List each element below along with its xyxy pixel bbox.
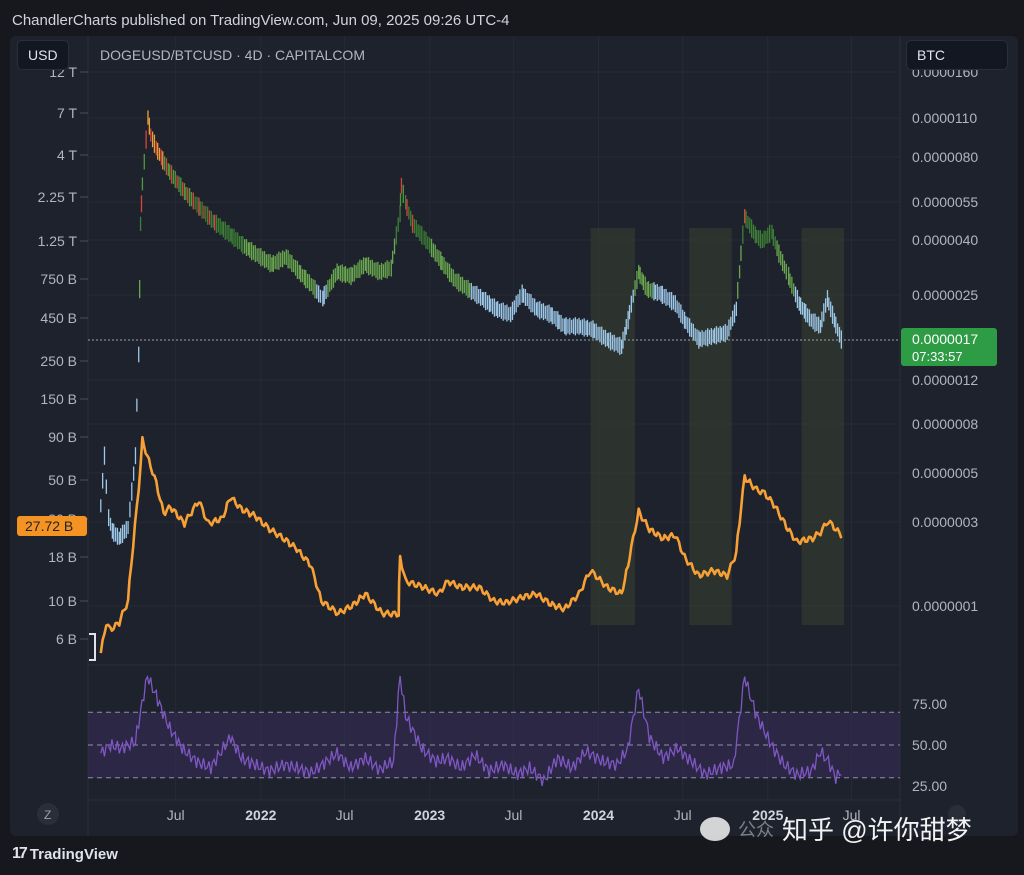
highlight-zone bbox=[801, 228, 845, 625]
left-axis-tick-label: 750 B bbox=[40, 271, 77, 287]
x-axis-tick-label: 2024 bbox=[583, 807, 614, 823]
right-axis-tick-label: 0.0000012 bbox=[912, 372, 978, 388]
current-price-value: 0.0000017 bbox=[912, 331, 978, 347]
left-axis-tick-label: 150 B bbox=[40, 391, 77, 407]
right-axis-tick-label: 0.0000110 bbox=[912, 110, 977, 126]
left-axis-tick-label: 450 B bbox=[40, 310, 77, 326]
countdown-value: 07:33:57 bbox=[912, 349, 963, 364]
tradingview-logo[interactable]: 17 TradingView bbox=[12, 845, 118, 863]
x-axis-tick-label: 2022 bbox=[245, 807, 276, 823]
left-axis-tick-label: 250 B bbox=[40, 353, 77, 369]
left-axis-tick-label: 10 B bbox=[48, 593, 77, 609]
highlight-zone bbox=[689, 228, 732, 625]
current-marketcap-value: 27.72 B bbox=[25, 518, 73, 534]
left-axis-tick-label: 4 T bbox=[57, 147, 77, 163]
left-axis-tick-label: 50 B bbox=[48, 472, 77, 488]
left-currency-badge[interactable]: USD bbox=[17, 40, 69, 70]
right-axis-tick-label: 0.0000001 bbox=[912, 598, 978, 614]
watermark-text: 知乎 @许你甜梦 bbox=[782, 815, 972, 845]
right-axis-tick-label: 0.0000080 bbox=[912, 149, 978, 165]
left-axis-tick-label: 6 B bbox=[56, 631, 77, 647]
rsi-axis-tick-label: 25.00 bbox=[912, 778, 947, 794]
rsi-axis-tick-label: 75.00 bbox=[912, 696, 947, 712]
left-axis-tick-label: 7 T bbox=[57, 105, 77, 121]
right-axis-tick-label: 0.0000005 bbox=[912, 465, 978, 481]
x-axis-tick-label: Jul bbox=[336, 807, 354, 823]
symbol-title[interactable]: DOGEUSD/BTCUSD · 4D · CAPITALCOM bbox=[100, 47, 365, 63]
left-axis-tick-label: 1.25 T bbox=[38, 233, 78, 249]
watermark-faint-text: 公众 bbox=[738, 819, 774, 840]
right-axis-tick-label: 0.0000003 bbox=[912, 514, 978, 530]
x-axis-tick-label: 2023 bbox=[414, 807, 445, 823]
tradingview-brand: TradingView bbox=[29, 845, 118, 863]
right-axis-tick-label: 0.0000040 bbox=[912, 232, 978, 248]
left-axis-tick-label: 18 B bbox=[48, 549, 77, 565]
right-axis-tick-label: 0.0000008 bbox=[912, 416, 978, 432]
left-axis-tick-label: 2.25 T bbox=[38, 189, 78, 205]
x-axis-tick-label: Jul bbox=[674, 807, 692, 823]
right-currency-badge[interactable]: BTC bbox=[906, 40, 1008, 70]
rsi-axis-ticks: 75.00 50.00 25.00 bbox=[912, 696, 947, 794]
chart-canvas: 12 T7 T4 T2.25 T1.25 T750 B450 B250 B150… bbox=[10, 36, 1018, 836]
x-axis-tick-label: Jul bbox=[167, 807, 185, 823]
attribution: ChandlerCharts published on TradingView.… bbox=[12, 12, 510, 29]
tradingview-mark-icon: 17 bbox=[12, 845, 28, 862]
right-axis-tick-label: 0.0000055 bbox=[912, 194, 978, 210]
rsi-axis-tick-label: 50.00 bbox=[912, 737, 947, 753]
z-button-label: Z bbox=[44, 808, 51, 822]
left-axis-tick-label: 90 B bbox=[48, 429, 77, 445]
x-axis-tick-label: Jul bbox=[504, 807, 522, 823]
watermark: 公众 知乎 @许你甜梦 bbox=[700, 810, 972, 847]
wechat-icon bbox=[700, 816, 730, 841]
right-axis-tick-label: 0.0000025 bbox=[912, 287, 978, 303]
